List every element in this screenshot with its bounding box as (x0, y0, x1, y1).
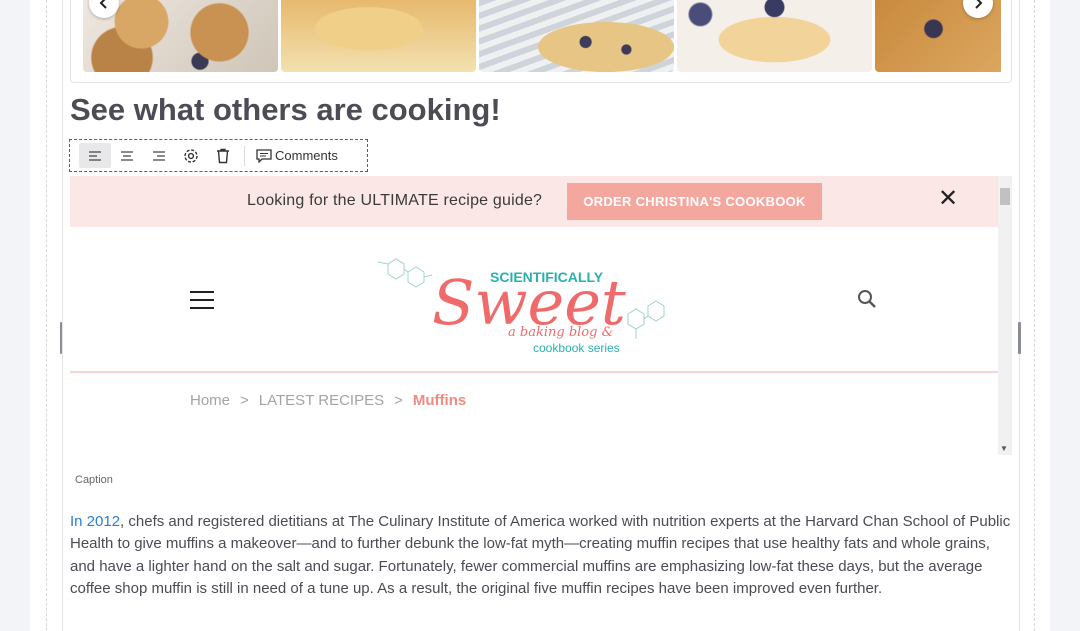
breadcrumb-separator: > (394, 392, 403, 409)
year-link[interactable]: In 2012 (70, 513, 120, 530)
trash-icon (217, 148, 229, 163)
embed-caption[interactable]: Caption (75, 474, 113, 486)
breadcrumb: Home > LATEST RECIPES > Muffins (190, 392, 466, 409)
align-left-button[interactable] (79, 143, 111, 168)
block-border-right (1019, 0, 1020, 631)
column-guide-left (46, 0, 47, 631)
close-icon[interactable]: ✕ (938, 187, 958, 211)
logo-tagline-2: cookbook series (533, 341, 620, 355)
site-logo[interactable]: SCIENTIFICALLY Sweet a baking blog & coo… (370, 244, 670, 356)
column-guide-right (1034, 0, 1035, 631)
scrollbar-thumb[interactable] (1000, 188, 1010, 205)
embed-scrollbar[interactable]: ▼ (998, 176, 1012, 455)
settings-button[interactable] (175, 143, 207, 168)
breadcrumb-latest-recipes[interactable]: LATEST RECIPES (259, 392, 384, 409)
block-toolbar: Comments (69, 139, 368, 172)
align-left-icon (89, 150, 101, 161)
body-paragraph[interactable]: In 2012, chefs and registered dietitians… (70, 511, 1015, 601)
hamburger-menu-icon[interactable] (190, 291, 214, 309)
align-right-icon (153, 150, 165, 161)
image-gallery (70, 0, 1012, 83)
section-heading: See what others are cooking! (70, 92, 501, 127)
gear-icon (184, 148, 198, 163)
chevron-right-icon (975, 0, 983, 9)
resize-handle-left[interactable] (60, 322, 62, 354)
gallery-image[interactable] (281, 0, 476, 72)
chevron-left-icon (99, 0, 107, 9)
align-center-button[interactable] (111, 143, 143, 168)
toolbar-divider (244, 145, 245, 166)
breadcrumb-current: Muffins (412, 392, 467, 409)
resize-handle-right[interactable] (1018, 322, 1021, 354)
breadcrumb-separator: > (240, 392, 249, 409)
delete-button[interactable] (207, 143, 239, 168)
comment-icon (256, 148, 272, 163)
align-right-button[interactable] (143, 143, 175, 168)
search-icon[interactable] (857, 289, 877, 309)
promo-text: Looking for the ULTIMATE recipe guide? (247, 192, 543, 209)
gallery-track (83, 0, 1001, 72)
promo-banner: Looking for the ULTIMATE recipe guide? O… (70, 176, 998, 227)
gallery-image[interactable] (677, 0, 872, 72)
gallery-image[interactable] (479, 0, 674, 72)
block-border-left (62, 0, 63, 631)
order-cookbook-button[interactable]: ORDER CHRISTINA'S COOKBOOK (567, 183, 822, 220)
align-center-icon (121, 150, 133, 161)
comments-label: Comments (275, 148, 338, 163)
logo-tagline-1: a baking blog & (508, 325, 613, 340)
embedded-site-frame: Looking for the ULTIMATE recipe guide? O… (70, 176, 1012, 455)
breadcrumb-home[interactable]: Home (190, 392, 230, 409)
scroll-down-arrow-icon[interactable]: ▼ (1000, 444, 1008, 453)
paragraph-text: , chefs and registered dietitians at The… (70, 513, 1011, 598)
header-divider (70, 371, 998, 373)
comments-button[interactable]: Comments (250, 148, 338, 163)
